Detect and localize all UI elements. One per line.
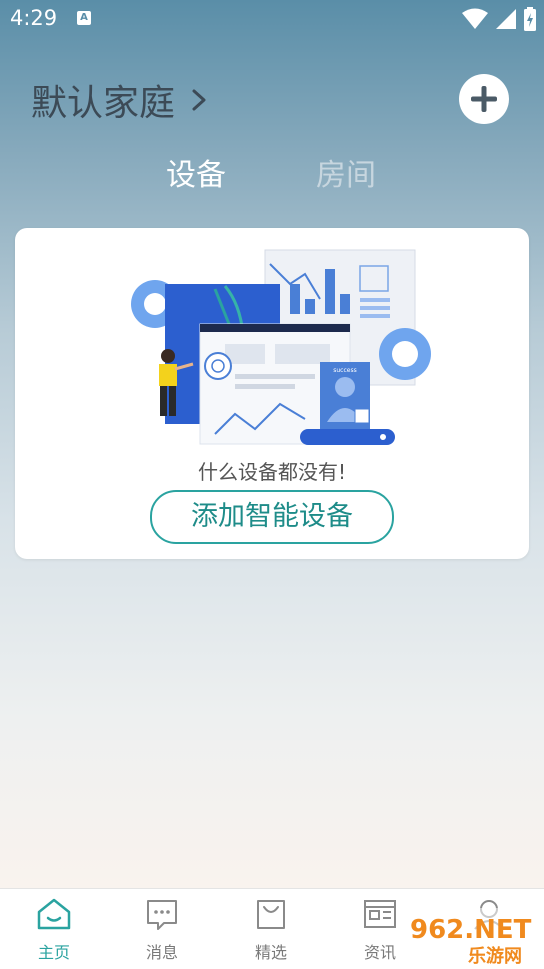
empty-devices-card: success 什么设备都没有! 添加智能设备	[15, 228, 529, 559]
notification-icon: A	[77, 11, 91, 25]
nav-label-messages: 消息	[145, 943, 178, 962]
status-bar: 4:29 A	[0, 0, 544, 38]
news-icon	[364, 900, 396, 928]
status-time: 4:29	[10, 6, 58, 30]
nav-item-featured[interactable]: 精选	[217, 889, 325, 969]
add-button[interactable]	[459, 74, 509, 124]
nav-item-messages[interactable]: 消息	[108, 889, 216, 969]
home-selector[interactable]: 默认家庭	[31, 74, 211, 126]
home-name: 默认家庭	[31, 83, 176, 124]
plus-icon	[471, 86, 497, 112]
svg-text:success: success	[333, 367, 356, 374]
tab-rooms[interactable]: 房间	[316, 150, 376, 194]
nav-item-home[interactable]: 主页	[0, 889, 108, 969]
svg-text:962.NET: 962.NET	[410, 915, 532, 945]
empty-state-message: 什么设备都没有!	[197, 460, 347, 484]
add-smart-device-button[interactable]: 添加智能设备	[150, 490, 394, 544]
nav-label-featured: 精选	[254, 943, 287, 962]
site-watermark: 962.NET 乐游网	[406, 908, 544, 968]
nav-label-home: 主页	[37, 943, 70, 962]
svg-text:乐游网: 乐游网	[468, 945, 522, 967]
battery-icon	[524, 7, 536, 31]
bag-icon	[257, 900, 285, 929]
empty-state-illustration: success	[131, 249, 431, 445]
message-icon	[147, 900, 177, 930]
home-icon	[37, 898, 71, 930]
signal-icon	[496, 9, 516, 29]
wifi-icon	[462, 8, 488, 29]
status-icons	[462, 7, 536, 31]
tab-devices[interactable]: 设备	[166, 150, 226, 194]
chevron-right-icon	[192, 89, 206, 111]
